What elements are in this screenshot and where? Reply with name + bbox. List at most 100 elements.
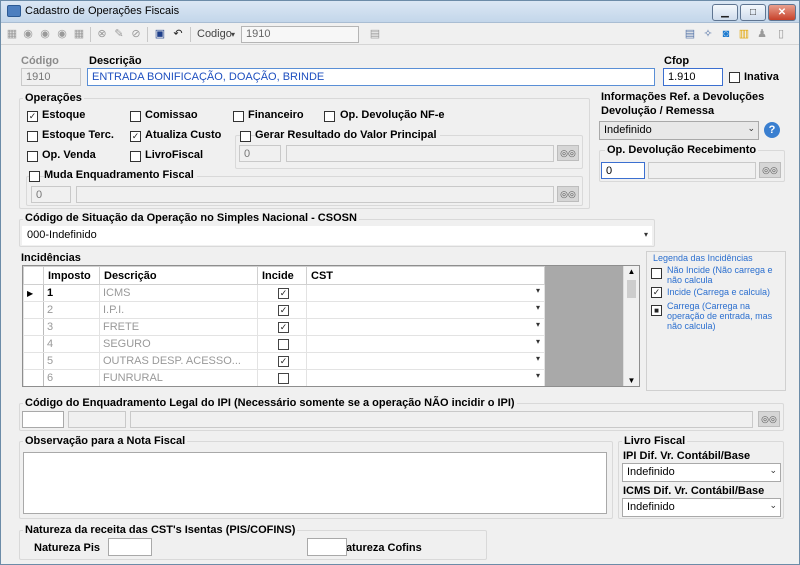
comissao-checkbox[interactable] xyxy=(130,111,141,122)
column-imposto[interactable]: Imposto xyxy=(43,266,100,285)
natureza-pis-input[interactable] xyxy=(108,538,152,556)
legenda-title: Legenda das Incidências xyxy=(653,253,753,263)
natureza-cofins-input[interactable] xyxy=(307,538,347,556)
table-row[interactable]: 2 I.P.I. ✓ ▾ xyxy=(23,301,545,319)
csosn-select[interactable]: 000-Indefinido ▾ xyxy=(22,226,652,245)
report-icon[interactable]: ▥ xyxy=(737,27,751,41)
tools-icon[interactable]: ✧ xyxy=(701,27,715,41)
inativa-checkbox[interactable] xyxy=(729,72,740,83)
edit-icon[interactable]: ✎ xyxy=(112,27,126,41)
codigo-dropdown-label[interactable]: Codigo xyxy=(197,28,232,40)
incide-checkbox[interactable] xyxy=(278,372,289,384)
column-incide[interactable]: Incide xyxy=(257,266,307,285)
incide-checkbox[interactable]: ✓ xyxy=(278,287,289,299)
cst-cell[interactable]: ▾ xyxy=(306,369,545,386)
devolucao-nfe-checkbox[interactable] xyxy=(324,111,335,122)
cancel-icon[interactable]: ⊘ xyxy=(129,27,143,41)
save-icon[interactable]: ▣ xyxy=(153,27,167,41)
chevron-down-icon[interactable]: ▾ xyxy=(536,371,540,380)
cst-cell[interactable]: ▾ xyxy=(306,284,545,302)
atualiza-custo-checkbox[interactable]: ✓ xyxy=(130,131,141,142)
gerar-resultado-code[interactable]: 0 xyxy=(239,145,281,162)
close-button[interactable]: ✕ xyxy=(768,4,796,21)
chevron-down-icon[interactable]: ▾ xyxy=(536,354,540,363)
incide-cell[interactable]: ✓ xyxy=(257,352,307,370)
estoque-checkbox[interactable]: ✓ xyxy=(27,111,38,122)
search-icon[interactable]: ▤ xyxy=(367,27,383,41)
maximize-button[interactable]: □ xyxy=(740,4,766,21)
incide-cell[interactable]: ✓ xyxy=(257,301,307,319)
scroll-up-icon[interactable]: ▲ xyxy=(624,266,639,278)
scroll-down-icon[interactable]: ▼ xyxy=(624,376,639,385)
minimize-button[interactable]: ▁ xyxy=(712,4,738,21)
financeiro-checkbox[interactable] xyxy=(233,111,244,122)
icms-dif-select[interactable]: Indefinido ⌄ xyxy=(622,498,781,517)
binoculars-icon[interactable]: ◎◎ xyxy=(557,186,579,202)
enquadramento-desc[interactable] xyxy=(130,411,753,428)
table-row[interactable]: 5 OUTRAS DESP. ACESSO... ✓ ▾ xyxy=(23,352,545,370)
ipi-dif-select[interactable]: Indefinido ⌄ xyxy=(622,463,781,482)
incide-cell[interactable]: ✓ xyxy=(257,318,307,336)
muda-enquadramento-code[interactable]: 0 xyxy=(31,186,71,203)
incide-cell[interactable] xyxy=(257,335,307,353)
incide-cell[interactable] xyxy=(257,369,307,386)
enquadramento-sub-field[interactable] xyxy=(68,411,126,428)
table-row[interactable]: ▶ 1 ICMS ✓ ▾ xyxy=(23,284,545,302)
column-cst[interactable]: CST xyxy=(306,266,545,285)
cst-cell[interactable]: ▾ xyxy=(306,318,545,336)
livro-fiscal-checkbox[interactable] xyxy=(130,151,141,162)
first-record-icon[interactable]: ◉ xyxy=(21,27,35,41)
incide-checkbox[interactable] xyxy=(278,338,289,350)
user-icon[interactable]: ♟ xyxy=(755,27,769,41)
codigo-field[interactable]: 1910 xyxy=(21,68,81,86)
incide-checkbox[interactable]: ✓ xyxy=(278,321,289,333)
table-row[interactable]: 4 SEGURO ▾ xyxy=(23,335,545,353)
cst-cell[interactable]: ▾ xyxy=(306,352,545,370)
cst-cell[interactable]: ▾ xyxy=(306,301,545,319)
codigo-search-input[interactable]: 1910 xyxy=(241,26,359,43)
scroll-thumb[interactable] xyxy=(627,280,636,298)
natureza-label: Natureza da receita das CST's Isentas (P… xyxy=(23,524,298,536)
undo-icon[interactable]: ↶ xyxy=(171,27,185,41)
recebimento-desc[interactable] xyxy=(648,162,756,179)
chevron-down-icon[interactable]: ▾ xyxy=(536,337,540,346)
muda-enquadramento-desc[interactable] xyxy=(76,186,554,203)
muda-enquadramento-checkbox[interactable] xyxy=(29,171,40,182)
devolucao-remessa-select[interactable]: Indefinido ⌄ xyxy=(599,121,759,140)
exit-icon[interactable]: ▯ xyxy=(774,27,788,41)
enquadramento-code-input[interactable] xyxy=(22,411,64,428)
chevron-down-icon[interactable]: ▾ xyxy=(231,30,235,39)
enquadramento-label: Código do Enquadramento Legal do IPI (Ne… xyxy=(23,397,517,409)
recebimento-code-input[interactable]: 0 xyxy=(601,162,645,179)
natureza-cofins-label: Natureza Cofins xyxy=(338,542,422,554)
observacao-textarea[interactable] xyxy=(23,452,607,514)
incide-checkbox[interactable]: ✓ xyxy=(278,355,289,367)
new-icon[interactable]: ▦ xyxy=(5,27,19,41)
chevron-down-icon[interactable]: ▾ xyxy=(536,303,540,312)
descricao-input[interactable]: ENTRADA BONIFICAÇÃO, DOAÇÃO, BRINDE xyxy=(87,68,655,86)
binoculars-icon[interactable]: ◎◎ xyxy=(758,411,780,427)
binoculars-icon[interactable]: ◎◎ xyxy=(557,145,579,161)
gerar-resultado-checkbox[interactable] xyxy=(240,131,251,142)
estoque-terc-checkbox[interactable] xyxy=(27,131,38,142)
help-icon[interactable]: ? xyxy=(764,122,780,138)
binoculars-icon[interactable]: ◎◎ xyxy=(759,162,781,178)
cfop-input[interactable]: 1.910 xyxy=(663,68,723,86)
column-descricao[interactable]: Descrição xyxy=(99,266,258,285)
next-record-icon[interactable]: ◉ xyxy=(55,27,69,41)
chevron-down-icon[interactable]: ▾ xyxy=(536,320,540,329)
grid-scrollbar[interactable]: ▲ ▼ xyxy=(623,266,639,386)
gerar-resultado-desc[interactable] xyxy=(286,145,554,162)
op-venda-checkbox[interactable] xyxy=(27,151,38,162)
last-record-icon[interactable]: ▦ xyxy=(72,27,86,41)
delete-icon[interactable]: ⊗ xyxy=(95,27,109,41)
refresh-icon[interactable]: ◙ xyxy=(719,27,733,41)
print-icon[interactable]: ▤ xyxy=(683,27,697,41)
previous-record-icon[interactable]: ◉ xyxy=(38,27,52,41)
incide-cell[interactable]: ✓ xyxy=(257,284,307,302)
chevron-down-icon[interactable]: ▾ xyxy=(536,286,540,295)
table-row[interactable]: 6 FUNRURAL ▾ xyxy=(23,369,545,386)
incide-checkbox[interactable]: ✓ xyxy=(278,304,289,316)
cst-cell[interactable]: ▾ xyxy=(306,335,545,353)
table-row[interactable]: 3 FRETE ✓ ▾ xyxy=(23,318,545,336)
